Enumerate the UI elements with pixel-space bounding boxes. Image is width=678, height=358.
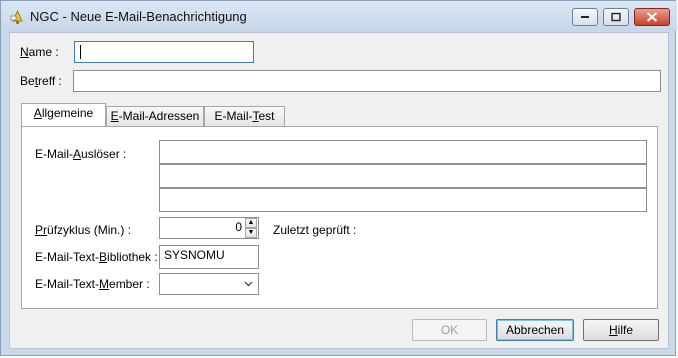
- help-button[interactable]: Hilfe: [583, 319, 659, 341]
- dialog-window: NGC - Neue E-Mail-Benachrichtigung Name …: [0, 0, 677, 356]
- email-trigger-input-1[interactable]: [159, 140, 647, 164]
- window-title: NGC - Neue E-Mail-Benachrichtigung: [30, 9, 247, 24]
- text-library-input[interactable]: SYSNOMU: [159, 245, 259, 269]
- maximize-icon: [611, 12, 621, 22]
- cancel-button[interactable]: Abbrechen: [496, 319, 574, 341]
- email-trigger-input-3[interactable]: [159, 188, 647, 212]
- last-checked-label: Zuletzt geprüft :: [273, 223, 357, 237]
- tab-panel-allgemeine: E-Mail-Auslöser : Prüfzyklus (Min.) : 0 …: [21, 126, 658, 309]
- check-cycle-stepper[interactable]: 0: [159, 217, 259, 239]
- close-button[interactable]: [634, 8, 670, 26]
- text-member-select[interactable]: [159, 273, 259, 295]
- minimize-icon: [581, 16, 589, 18]
- app-bell-icon: [10, 10, 23, 24]
- tab-email-test[interactable]: E-Mail-Test: [204, 106, 285, 126]
- chevron-up-icon: ▲: [247, 219, 255, 226]
- minimize-button[interactable]: [572, 8, 598, 26]
- dialog-body: Name : Betreff : Allgemeine E-Mail-Adres…: [9, 32, 669, 349]
- chevron-down-icon: ▼: [247, 229, 255, 236]
- text-library-label: E-Mail-Text-Bibliothek :: [35, 250, 158, 264]
- tab-allgemeine[interactable]: Allgemeine: [21, 103, 106, 126]
- text-member-label: E-Mail-Text-Member :: [35, 277, 150, 291]
- check-cycle-label: Prüfzyklus (Min.) :: [35, 223, 132, 237]
- subject-label: Betreff :: [20, 74, 62, 88]
- email-trigger-label: E-Mail-Auslöser :: [35, 147, 127, 161]
- chevron-down-icon: [244, 281, 253, 287]
- text-caret: [80, 45, 81, 59]
- spin-up-button[interactable]: ▲: [245, 218, 257, 228]
- name-input[interactable]: [74, 41, 254, 63]
- title-bar[interactable]: NGC - Neue E-Mail-Benachrichtigung: [1, 1, 677, 31]
- tab-bar: Allgemeine E-Mail-Adressen E-Mail-Test: [21, 103, 321, 126]
- email-trigger-input-2[interactable]: [159, 164, 647, 188]
- close-icon: [646, 12, 658, 22]
- ok-button[interactable]: OK: [412, 319, 487, 341]
- subject-input[interactable]: [73, 70, 661, 92]
- tab-email-adressen[interactable]: E-Mail-Adressen: [106, 106, 204, 126]
- maximize-button[interactable]: [603, 8, 629, 26]
- spin-down-button[interactable]: ▼: [245, 228, 257, 238]
- name-label: Name :: [20, 45, 59, 59]
